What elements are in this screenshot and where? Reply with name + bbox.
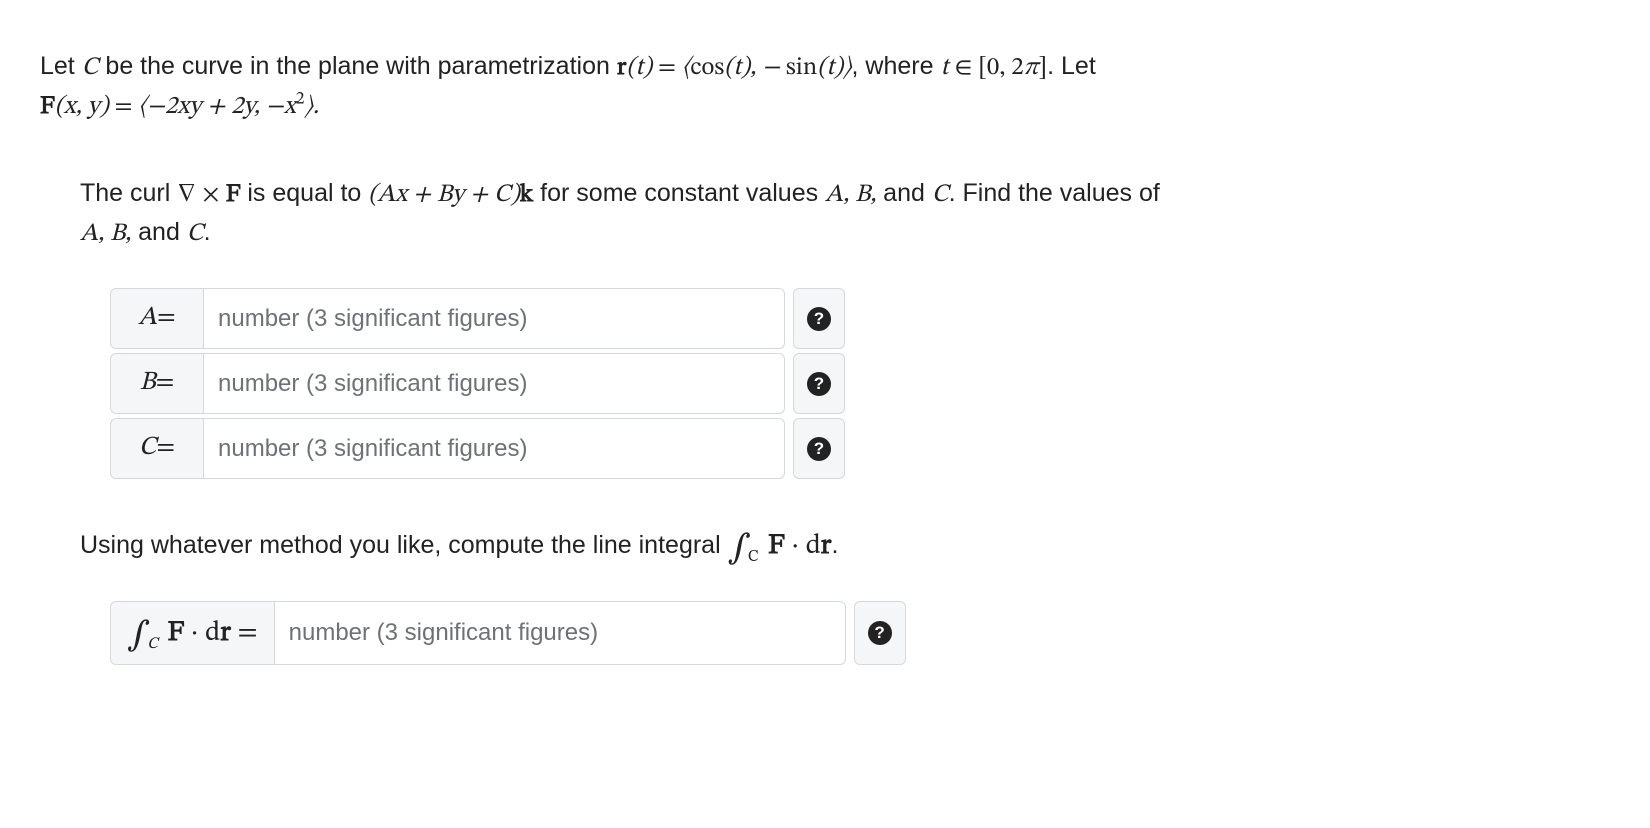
math-r-equation: r(t) = ⟨cos(t), − sin(t)⟩ <box>617 55 852 80</box>
math-C2: C <box>187 221 204 246</box>
integral-input-block: ∫C F · dr = ? <box>80 601 1610 665</box>
text: be the curve in the plane with parametri… <box>98 52 616 80</box>
abc-inputs: A = ? B = ? C = <box>80 288 1610 479</box>
text: . <box>204 218 211 246</box>
problem-container: Let C be the curve in the plane with par… <box>0 0 1650 751</box>
input-A[interactable] <box>204 293 784 345</box>
problem-intro: Let C be the curve in the plane with par… <box>40 48 1610 125</box>
curl-prompt: The curl ∇ × F is equal to (Ax + By + C)… <box>80 175 1610 252</box>
math-curl-expr: (Ax + By + C)k <box>368 182 533 207</box>
text: . Find the values of <box>949 179 1160 207</box>
math-line-integral: ∫C F · dr <box>728 532 832 560</box>
label-C: C = <box>110 418 204 479</box>
text: is equal to <box>240 179 368 207</box>
input-row-B: B = ? <box>110 353 1610 414</box>
math-Cvar: C <box>932 182 949 207</box>
input-cell-A <box>204 288 785 349</box>
help-icon: ? <box>807 437 831 461</box>
label-A: A = <box>110 288 204 349</box>
text: for some constant values <box>533 179 825 207</box>
help-button-A[interactable]: ? <box>793 288 845 349</box>
input-cell-B <box>204 353 785 414</box>
label-integral: ∫C F · dr = <box>110 601 275 665</box>
text: The curl <box>80 179 177 207</box>
label-B: B = <box>110 353 204 414</box>
input-integral[interactable] <box>275 607 845 659</box>
text: Let <box>40 52 82 80</box>
input-cell-integral <box>275 601 846 665</box>
text: . <box>831 531 838 559</box>
help-icon: ? <box>807 372 831 396</box>
math-C: C <box>82 55 99 80</box>
math-t-domain: t ∈ [0, 2π] <box>940 55 1047 80</box>
text: , where <box>852 52 941 80</box>
text: . Let <box>1047 52 1096 80</box>
input-row-integral: ∫C F · dr = ? <box>110 601 1610 665</box>
help-icon: ? <box>868 621 892 645</box>
input-C[interactable] <box>204 423 784 475</box>
input-row-A: A = ? <box>110 288 1610 349</box>
math-curl: ∇ × F <box>177 182 240 207</box>
input-B[interactable] <box>204 358 784 410</box>
math-AB2: A, B, <box>80 221 131 246</box>
text: Using whatever method you like, compute … <box>80 531 728 559</box>
help-icon: ? <box>807 307 831 331</box>
question-body: The curl ∇ × F is equal to (Ax + By + C)… <box>40 175 1610 665</box>
math-F-equation: F(x, y) = ⟨−2xy + 2y, −x2⟩. <box>40 94 319 119</box>
text: and <box>131 218 187 246</box>
input-cell-C <box>204 418 785 479</box>
help-button-integral[interactable]: ? <box>854 601 906 665</box>
input-row-C: C = ? <box>110 418 1610 479</box>
help-button-B[interactable]: ? <box>793 353 845 414</box>
help-button-C[interactable]: ? <box>793 418 845 479</box>
text: and <box>876 179 932 207</box>
line-integral-prompt: Using whatever method you like, compute … <box>80 525 1610 567</box>
math-AB: A, B, <box>825 182 876 207</box>
